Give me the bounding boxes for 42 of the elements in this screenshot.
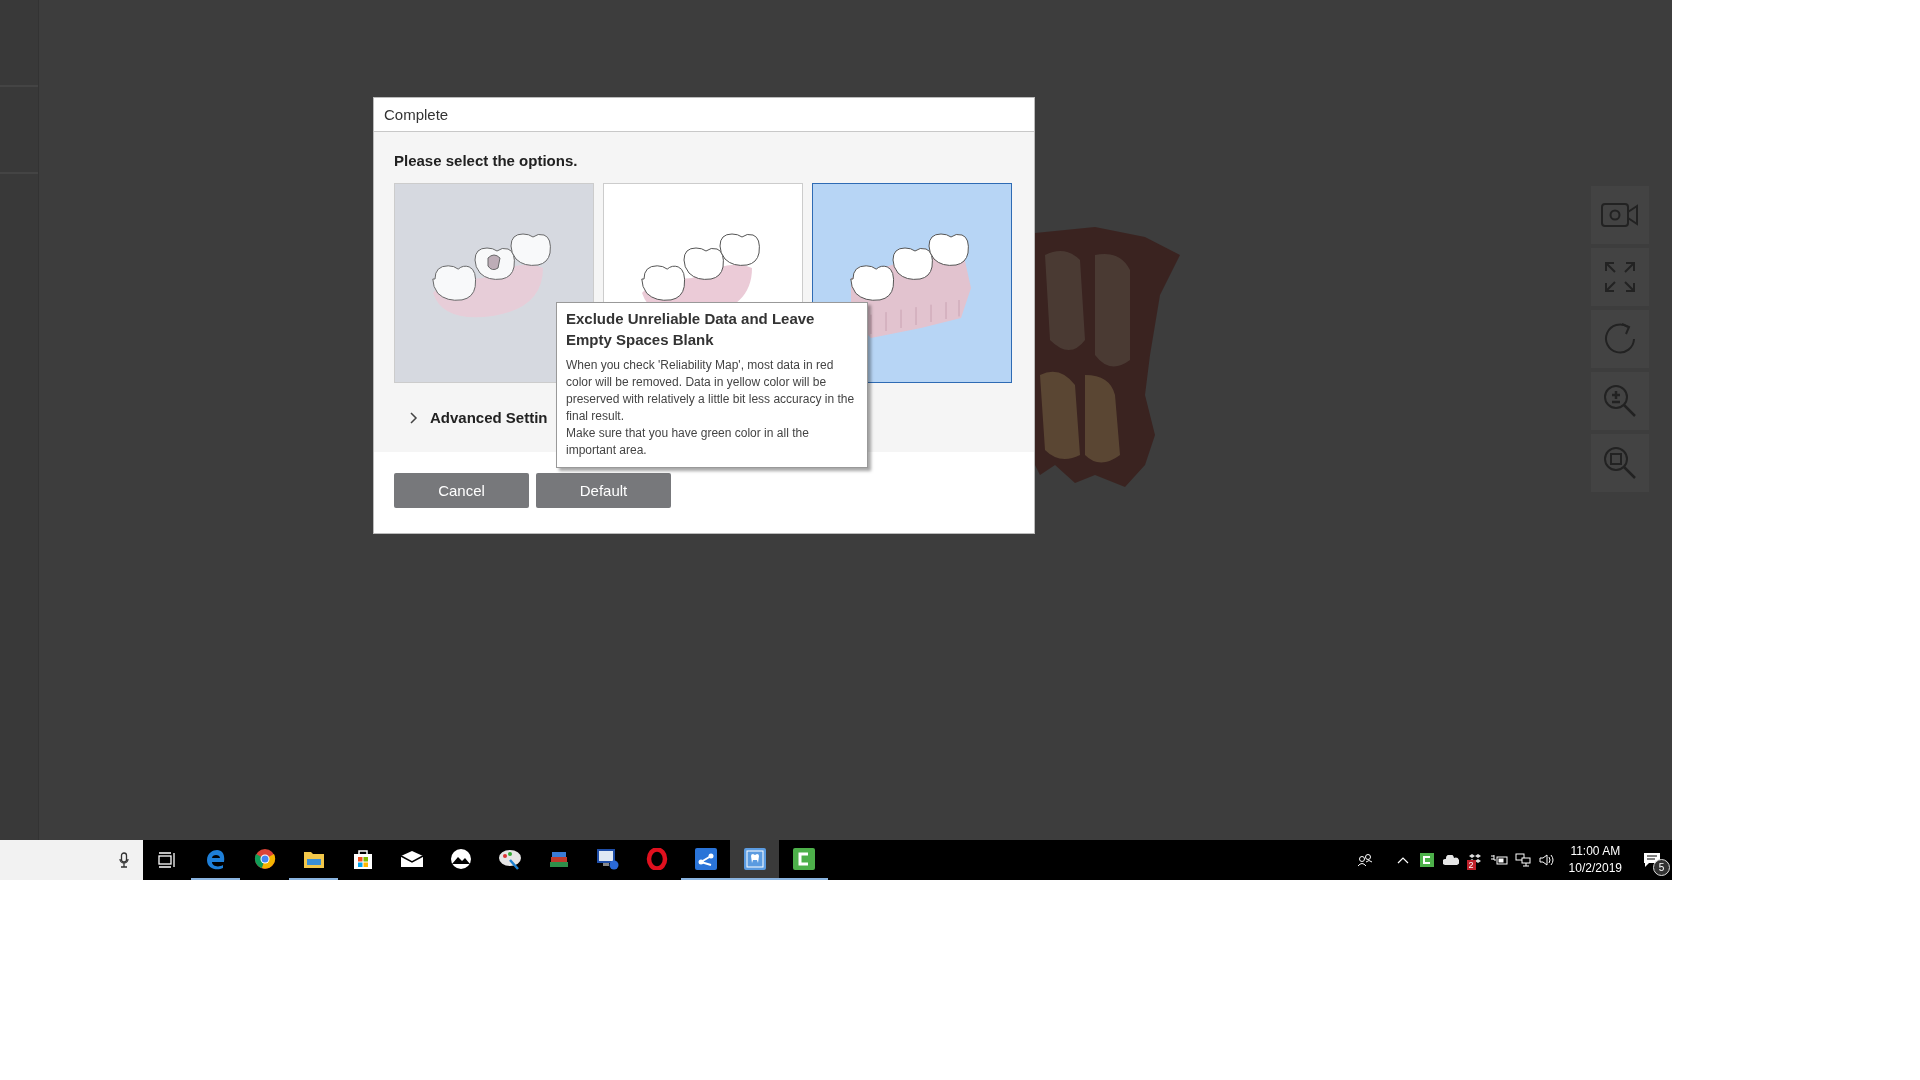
tooltip-title: Exclude Unreliable Data and Leave Empty Spaces Blank [566, 309, 816, 350]
notification-count: 5 [1653, 859, 1670, 876]
count-badge: 2 [1466, 860, 1476, 870]
zoom-fit-icon [1602, 445, 1638, 481]
tray-app-button[interactable]: 2 [1462, 840, 1487, 880]
zoom-in-icon [1602, 383, 1638, 419]
expand-icon [1604, 261, 1636, 293]
shopping-bag-icon [351, 848, 374, 870]
chevron-up-icon [1396, 856, 1409, 864]
people-icon [1356, 853, 1373, 867]
cloud-icon [1442, 855, 1459, 865]
tooltip-text: When you check 'Reliability Map', most data in red color will be removed. Data in yellow color will be preserved with relatively a little bit less accuracy in the final result. [566, 357, 856, 425]
c-shape-icon [792, 848, 815, 870]
video-camera-icon [1601, 203, 1639, 227]
time-text: 11:00 AM [1570, 843, 1621, 860]
mountain-icon [448, 848, 473, 870]
monitor-icon [595, 848, 620, 870]
plug-battery-icon [1489, 854, 1508, 866]
advanced-settings-toggle[interactable]: Advanced Settin [410, 409, 548, 426]
chevron-icon [410, 411, 418, 424]
task-view-icon [158, 852, 176, 868]
folder-icon [302, 849, 325, 869]
browser-icon [204, 848, 227, 870]
speaker-icon [1538, 853, 1555, 867]
date-text: 10/2/2019 [1568, 860, 1622, 877]
palette-icon [497, 848, 522, 870]
dialog-button[interactable]: Default [536, 473, 671, 508]
dialog-button[interactable]: Cancel [394, 473, 529, 508]
share-icon [694, 848, 717, 870]
taskbar-app-button[interactable] [730, 840, 779, 880]
tooth-icon [743, 848, 766, 870]
rotate-icon [1603, 322, 1637, 356]
tooltip-text: Make sure that you have green color in all the important area. [566, 425, 810, 459]
envelope-icon [399, 850, 424, 868]
browser-icon [253, 848, 276, 870]
c-shape-icon [1419, 853, 1434, 867]
network-icon [1514, 853, 1531, 867]
clock[interactable]: 11:00 AM 10/2/2019 [1558, 843, 1632, 877]
microphone-icon [119, 852, 129, 868]
prompt-text: Please select the options. [394, 152, 579, 169]
ring-icon [645, 848, 668, 870]
action-center-button[interactable]: 5 [1632, 840, 1672, 880]
